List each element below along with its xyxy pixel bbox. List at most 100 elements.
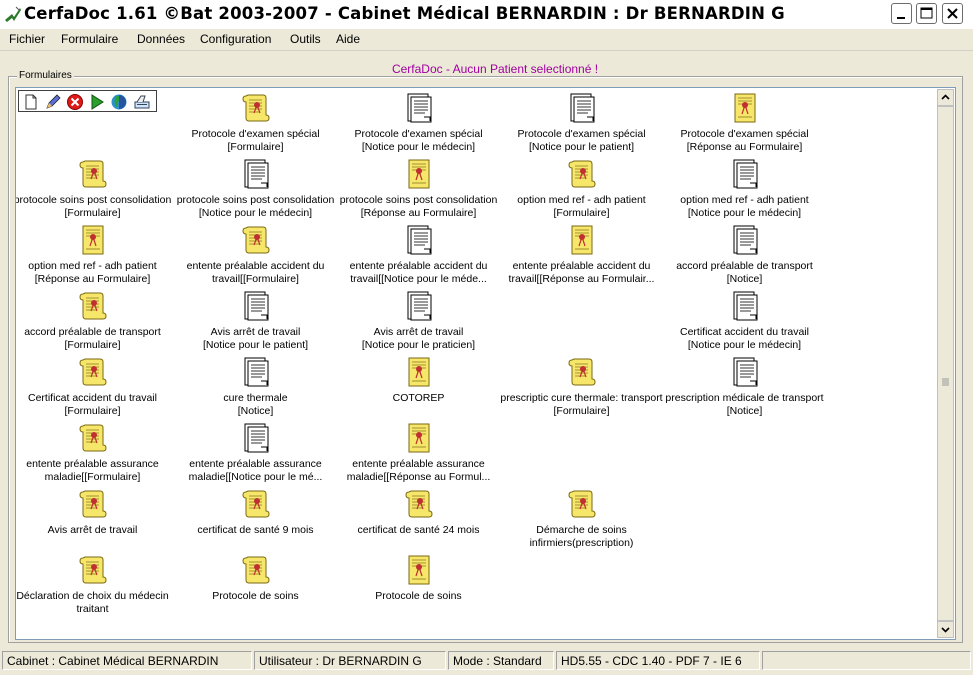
menu-aide[interactable]: Aide [336, 32, 360, 46]
form-item[interactable]: cure thermale [Notice] [174, 356, 337, 420]
form-item[interactable]: Protocole d'examen spécial [Notice pour l… [500, 92, 663, 156]
minimize-button[interactable] [891, 3, 912, 24]
menu-fichier[interactable]: Fichier [9, 32, 45, 46]
form-item[interactable]: entente préalable accident du travail[[Fo… [174, 224, 337, 288]
scroll-up-button[interactable] [937, 89, 954, 106]
maximize-button[interactable] [916, 3, 937, 24]
forms-list-view[interactable]: Protocole d'examen spécial [Formulaire] Pr… [15, 87, 956, 640]
form-item-title: option med ref - adh patient [28, 260, 157, 272]
play-green-arrow-icon[interactable] [88, 93, 106, 111]
form-item[interactable]: accord préalable de transport [Notice] [663, 224, 826, 288]
new-document-icon[interactable] [22, 93, 40, 111]
delete-red-x-icon[interactable] [66, 93, 84, 111]
form-item[interactable]: Avis arrêt de travail [Notice pour le pat… [174, 290, 337, 354]
form-item[interactable]: Déclaration de choix du médecin traitant [16, 554, 174, 618]
form-item[interactable]: prescriptic cure thermale: transport [For… [500, 356, 663, 420]
scroll-thumb[interactable] [937, 106, 954, 621]
form-item-label: Certificat accident du travail [Formulair… [16, 392, 184, 418]
form-item-subtitle: [Réponse au Formulaire] [686, 141, 803, 153]
menu-donnees[interactable]: Données [137, 32, 185, 46]
notice-document-icon [240, 356, 270, 388]
form-item-label: entente préalable assurance maladie[[Form… [16, 458, 184, 484]
menu-outils[interactable]: Outils [290, 32, 321, 46]
notice-document-icon [729, 290, 759, 322]
form-item[interactable]: entente préalable accident du travail[[No… [337, 224, 500, 288]
form-item[interactable]: entente préalable assurance maladie[[Form… [16, 422, 174, 486]
form-scroll-icon [240, 224, 270, 256]
form-item[interactable]: Avis arrêt de travail [Notice pour le pra… [337, 290, 500, 354]
form-item[interactable]: Certificat accident du travail [Formulair… [16, 356, 174, 420]
notice-document-icon [403, 224, 433, 256]
form-item[interactable]: Avis arrêt de travail [16, 488, 174, 552]
status-user: Utilisateur : Dr BERNARDIN G [254, 651, 446, 670]
globe-icon[interactable] [110, 93, 128, 111]
form-item-title: protocole soins post consolidation [339, 194, 498, 206]
form-item[interactable]: certificat de santé 24 mois [337, 488, 500, 552]
form-item-label: option med ref - adh patient [Notice pour… [653, 194, 836, 220]
title-bar[interactable]: CerfaDoc 1.61 ©Bat 2003-2007 - Cabinet M… [0, 0, 973, 29]
form-item-subtitle: maladie[[Formulaire] [44, 471, 141, 483]
form-item[interactable]: entente préalable assurance maladie[[Noti… [174, 422, 337, 486]
form-item-title: entente préalable accident du [186, 260, 325, 272]
status-mode: Mode : Standard [448, 651, 554, 670]
form-scroll-icon [77, 422, 107, 454]
notice-document-icon [729, 158, 759, 190]
notice-document-icon [403, 92, 433, 124]
form-item-label: entente préalable accident du travail[[Fo… [164, 260, 347, 286]
form-item[interactable]: certificat de santé 9 mois [174, 488, 337, 552]
form-item-subtitle: [Formulaire] [227, 141, 284, 153]
form-scroll-icon [77, 290, 107, 322]
forms-toolbar [18, 90, 157, 112]
form-item[interactable]: entente préalable assurance maladie[[Répo… [337, 422, 500, 486]
scroll-down-button[interactable] [937, 621, 954, 638]
form-item[interactable]: Protocole d'examen spécial [Réponse au Fo… [663, 92, 826, 156]
form-item-label: protocole soins post consolidation [Notic… [164, 194, 347, 220]
form-item[interactable]: option med ref - adh patient [Notice pour… [663, 158, 826, 222]
close-icon [947, 8, 958, 19]
form-item-title: entente préalable accident du [349, 260, 488, 272]
form-item-title: Protocole d'examen spécial [191, 128, 320, 140]
form-item-title: Avis arrêt de travail [47, 524, 138, 536]
status-empty-pane [762, 651, 971, 670]
form-item[interactable]: Protocole de soins [174, 554, 337, 618]
form-item-subtitle: [Formulaire] [64, 405, 121, 417]
form-item[interactable]: protocole soins post consolidation [Formu… [16, 158, 174, 222]
menu-configuration[interactable]: Configuration [200, 32, 271, 46]
menu-formulaire[interactable]: Formulaire [61, 32, 118, 46]
form-item[interactable]: Démarche de soins infirmiers(prescription… [500, 488, 663, 552]
form-item-subtitle: [Notice] [237, 405, 274, 417]
form-item[interactable]: accord préalable de transport [Formulaire… [16, 290, 174, 354]
form-item[interactable]: protocole soins post consolidation [Notic… [174, 158, 337, 222]
form-item-label: option med ref - adh patient [Formulaire] [490, 194, 673, 220]
vertical-scrollbar[interactable] [937, 89, 954, 638]
form-item-label: entente préalable assurance maladie[[Noti… [164, 458, 347, 484]
reply-form-icon [403, 422, 433, 454]
form-item-subtitle: [Formulaire] [64, 207, 121, 219]
form-item-subtitle: travail[[Réponse au Formulair... [508, 273, 655, 285]
form-item[interactable]: Protocole d'examen spécial [Notice pour l… [337, 92, 500, 156]
edit-pen-icon[interactable] [44, 93, 62, 111]
form-item-label: Protocole de soins [164, 590, 347, 603]
form-item[interactable]: option med ref - adh patient [Réponse au … [16, 224, 174, 288]
forms-icon-grid: Protocole d'examen spécial [Formulaire] Pr… [16, 88, 938, 639]
form-item-label: protocole soins post consolidation [Répon… [327, 194, 510, 220]
form-item[interactable]: option med ref - adh patient [Formulaire] [500, 158, 663, 222]
form-item-title: protocole soins post consolidation [15, 194, 172, 206]
groupbox-label: Formulaires [17, 70, 74, 81]
scanner-icon[interactable] [133, 93, 151, 111]
form-item-label: entente préalable accident du travail[[Ré… [490, 260, 673, 286]
form-item-subtitle: maladie[[Notice pour le mé... [188, 471, 323, 483]
notice-document-icon [240, 422, 270, 454]
form-scroll-icon [403, 488, 433, 520]
form-item[interactable]: Protocole de soins [337, 554, 500, 618]
form-item[interactable]: Protocole d'examen spécial [Formulaire] [174, 92, 337, 156]
form-item[interactable]: COTOREP [337, 356, 500, 420]
close-button[interactable] [942, 3, 963, 24]
form-item-label: cure thermale [Notice] [164, 392, 347, 418]
form-item[interactable]: entente préalable accident du travail[[Ré… [500, 224, 663, 288]
form-item-subtitle: [Notice] [726, 405, 763, 417]
form-item-title: entente préalable assurance [352, 458, 485, 470]
form-item[interactable]: prescription médicale de transport [Notic… [663, 356, 826, 420]
form-item[interactable]: protocole soins post consolidation [Répon… [337, 158, 500, 222]
form-item[interactable]: Certificat accident du travail [Notice po… [663, 290, 826, 354]
